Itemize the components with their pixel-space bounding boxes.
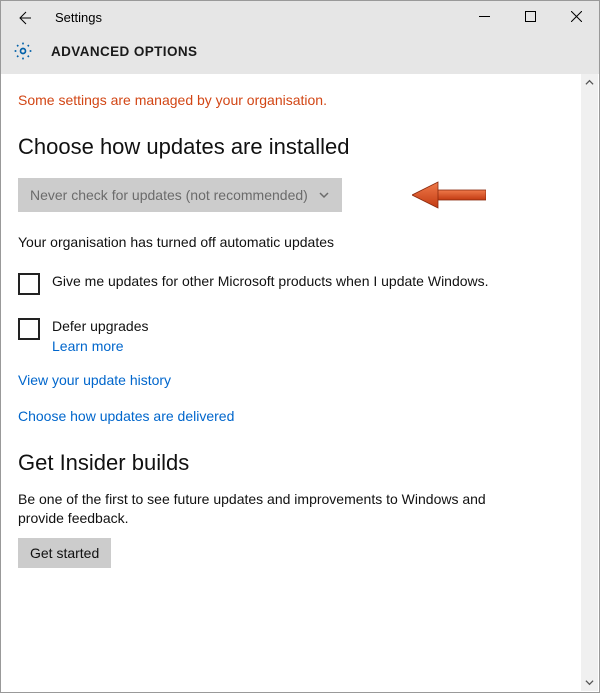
vertical-scrollbar[interactable] (581, 74, 598, 691)
update-mode-row: Never check for updates (not recommended… (18, 178, 565, 212)
back-button[interactable] (9, 1, 39, 34)
checkbox-defer-label: Defer upgrades (52, 317, 149, 336)
minimize-button[interactable] (461, 1, 507, 31)
checkbox-defer-row: Defer upgrades Learn more (18, 317, 518, 354)
page-title: ADVANCED OPTIONS (51, 44, 197, 59)
checkbox-other-products-row: Give me updates for other Microsoft prod… (18, 272, 518, 295)
get-started-button[interactable]: Get started (18, 538, 111, 568)
app-title: Settings (55, 10, 102, 25)
view-history-link[interactable]: View your update history (18, 372, 565, 388)
update-mode-dropdown[interactable]: Never check for updates (not recommended… (18, 178, 342, 212)
checkbox-defer-upgrades[interactable] (18, 318, 40, 340)
delivery-link[interactable]: Choose how updates are delivered (18, 408, 565, 424)
annotation-arrow-icon (412, 180, 486, 210)
chevron-up-icon (585, 78, 594, 87)
checkbox-other-products-label: Give me updates for other Microsoft prod… (52, 272, 489, 291)
client-area: Some settings are managed by your organi… (2, 74, 598, 691)
scroll-up-button[interactable] (581, 74, 598, 91)
window-controls (461, 1, 599, 31)
gear-icon (13, 41, 33, 61)
scroll-down-button[interactable] (581, 674, 598, 691)
checkbox-other-products[interactable] (18, 273, 40, 295)
defer-learn-more-link[interactable]: Learn more (52, 338, 149, 354)
updates-section-title: Choose how updates are installed (18, 134, 565, 160)
page-header: ADVANCED OPTIONS (1, 34, 599, 74)
maximize-icon (525, 11, 536, 22)
minimize-icon (479, 11, 490, 22)
update-mode-value: Never check for updates (not recommended… (30, 187, 308, 203)
org-managed-warning: Some settings are managed by your organi… (18, 92, 565, 108)
org-autoupdate-note: Your organisation has turned off automat… (18, 234, 565, 250)
close-button[interactable] (553, 1, 599, 31)
settings-window: Settings ADVANCED OPTIONS Some setting (0, 0, 600, 693)
window-titlebar: Settings (1, 1, 599, 34)
insider-description: Be one of the first to see future update… (18, 490, 518, 528)
chevron-down-icon (585, 678, 594, 687)
maximize-button[interactable] (507, 1, 553, 31)
back-arrow-icon (16, 10, 32, 26)
close-icon (571, 11, 582, 22)
chevron-down-icon (318, 189, 330, 201)
content: Some settings are managed by your organi… (2, 74, 581, 691)
titlebar-left: Settings (9, 1, 102, 34)
insider-section-title: Get Insider builds (18, 450, 565, 476)
